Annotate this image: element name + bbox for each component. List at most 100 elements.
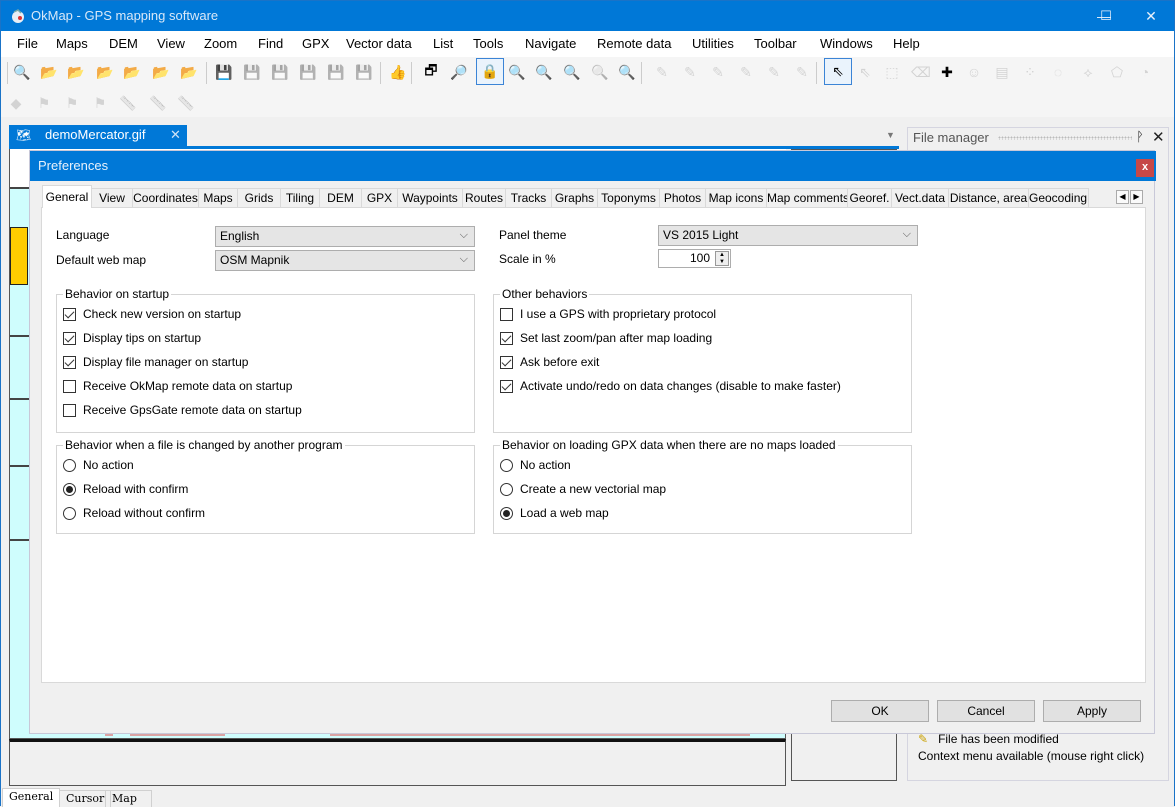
- lock-icon[interactable]: 🔒: [476, 58, 504, 85]
- pin-icon[interactable]: ᚹ: [1136, 129, 1144, 144]
- select-pointer-icon[interactable]: ⇖: [824, 58, 852, 85]
- radio-option[interactable]: Reload without confirm: [63, 505, 205, 521]
- menu-utilities[interactable]: Utilities: [692, 36, 734, 51]
- tab-coordinates[interactable]: Coordinates: [133, 188, 199, 208]
- tab-tiling[interactable]: Tiling: [281, 188, 320, 208]
- add-icon-icon[interactable]: ☺: [963, 61, 985, 83]
- tab-gpx[interactable]: GPX: [362, 188, 398, 208]
- tab-toponyms[interactable]: Toponyms: [598, 188, 660, 208]
- zoom-icon[interactable]: 🔎: [448, 61, 470, 83]
- eraser-icon[interactable]: ⌫: [910, 61, 932, 83]
- add-track-icon[interactable]: ◌: [1047, 61, 1069, 83]
- close-document-tab-icon[interactable]: ✕: [170, 127, 181, 143]
- language-select[interactable]: English ⌵: [215, 226, 475, 247]
- checkbox-option[interactable]: Check new version on startup: [63, 306, 241, 322]
- ruler-icon[interactable]: 📏: [117, 92, 139, 114]
- edit-route-icon[interactable]: ✎: [735, 61, 757, 83]
- zoom-out-icon[interactable]: 🔍: [533, 61, 555, 83]
- menu-vector-data[interactable]: Vector data: [346, 36, 412, 51]
- maximize-button[interactable]: ☐: [1083, 1, 1129, 31]
- checkbox-checked[interactable]: [63, 331, 76, 345]
- tab-photos[interactable]: Photos: [660, 188, 706, 208]
- zoom-1-1-icon[interactable]: 🔍: [616, 61, 638, 83]
- tab-dem[interactable]: DEM: [320, 188, 362, 208]
- checkbox-checked[interactable]: [500, 355, 513, 369]
- checkbox-checked[interactable]: [63, 307, 76, 321]
- tab-maps[interactable]: Maps: [199, 188, 238, 208]
- add-route-icon[interactable]: ⟡: [1077, 61, 1099, 83]
- save-waypoint-icon[interactable]: 💾: [325, 61, 347, 83]
- radio-selected[interactable]: [500, 506, 513, 520]
- tab-routes[interactable]: Routes: [463, 188, 506, 208]
- area-icon[interactable]: 📏: [147, 92, 169, 114]
- tab-vect-data[interactable]: Vect.data: [892, 188, 949, 208]
- cancel-button[interactable]: Cancel: [937, 700, 1035, 722]
- scale-spinner[interactable]: 100 ▲ ▼: [658, 249, 731, 268]
- checkbox-unchecked[interactable]: [63, 403, 76, 417]
- checkbox-checked[interactable]: [500, 331, 513, 345]
- add-points-icon[interactable]: ⁘: [1019, 61, 1041, 83]
- tab-grids[interactable]: Grids: [238, 188, 281, 208]
- tab-waypoints[interactable]: Waypoints: [398, 188, 463, 208]
- edit-waypoint-icon[interactable]: ✎: [679, 61, 701, 83]
- document-tab[interactable]: 🗺 demoMercator.gif ✕: [9, 125, 187, 146]
- checkbox-option[interactable]: Activate undo/redo on data changes (disa…: [500, 378, 841, 394]
- menu-zoom[interactable]: Zoom: [204, 36, 237, 51]
- checkbox-option[interactable]: Receive OkMap remote data on startup: [63, 378, 292, 394]
- zoom-scale-icon[interactable]: 🔍: [589, 61, 611, 83]
- zoom-fit-icon[interactable]: 🔍: [561, 61, 583, 83]
- select-add-icon[interactable]: ⇖: [854, 61, 876, 83]
- bottom-tab-cursor[interactable]: Cursor: [59, 790, 112, 807]
- edit-polygon-icon[interactable]: ✎: [791, 61, 813, 83]
- tab-map-comments[interactable]: Map comments: [767, 188, 848, 208]
- checkbox-option[interactable]: Ask before exit: [500, 354, 599, 370]
- bottom-tab-map[interactable]: Map: [105, 790, 152, 807]
- menu-toolbar[interactable]: Toolbar: [754, 36, 797, 51]
- radio-option[interactable]: No action: [63, 457, 134, 473]
- tab-geocoding[interactable]: Geocoding &: [1029, 188, 1089, 208]
- menu-maps[interactable]: Maps: [56, 36, 88, 51]
- save-web-icon[interactable]: 💾: [241, 61, 263, 83]
- menu-dem[interactable]: DEM: [109, 36, 138, 51]
- close-dialog-button[interactable]: x: [1136, 159, 1154, 177]
- save-dem-icon[interactable]: 💾: [353, 61, 375, 83]
- menu-file[interactable]: File: [17, 36, 38, 51]
- document-list-dropdown-icon[interactable]: ▼: [886, 130, 895, 140]
- tab-scroll-left-icon[interactable]: ◀: [1116, 190, 1129, 204]
- menu-find[interactable]: Find: [258, 36, 283, 51]
- open-dem-icon[interactable]: 📂: [65, 61, 87, 83]
- menu-remote-data[interactable]: Remote data: [597, 36, 671, 51]
- checkbox-unchecked[interactable]: [63, 379, 76, 393]
- open-gpx-icon[interactable]: 📂: [121, 61, 143, 83]
- edit-list-icon[interactable]: ✎: [651, 61, 673, 83]
- panel-drag-handle[interactable]: [998, 136, 1132, 140]
- tab-map-icons[interactable]: Map icons: [706, 188, 767, 208]
- add-sector-icon[interactable]: ◔: [1134, 61, 1156, 83]
- checkbox-checked[interactable]: [500, 379, 513, 393]
- menu-gpx[interactable]: GPX: [302, 36, 329, 51]
- save-track-icon[interactable]: 💾: [297, 61, 319, 83]
- panel-theme-select[interactable]: VS 2015 Light ⌵: [658, 225, 918, 246]
- checkbox-unchecked[interactable]: [500, 307, 513, 321]
- add-polygon-icon[interactable]: ⬠: [1106, 61, 1128, 83]
- tab-general[interactable]: General: [42, 185, 92, 208]
- radio-option[interactable]: Create a new vectorial map: [500, 481, 666, 497]
- menu-navigate[interactable]: Navigate: [525, 36, 576, 51]
- open-waypoints-icon[interactable]: 📂: [150, 61, 172, 83]
- waypoint-icon[interactable]: ◆: [5, 92, 27, 114]
- checkbox-option[interactable]: Display tips on startup: [63, 330, 201, 346]
- add-point-icon[interactable]: ✚: [936, 61, 958, 83]
- list-approve-icon[interactable]: 👍: [387, 61, 409, 83]
- open-web-map-icon[interactable]: 📂: [94, 61, 116, 83]
- tab-view[interactable]: View: [92, 188, 133, 208]
- map-windows-icon[interactable]: 🗗: [420, 61, 442, 83]
- close-window-button[interactable]: ✕: [1128, 1, 1174, 31]
- radio-option[interactable]: Reload with confirm: [63, 481, 188, 497]
- save-map-icon[interactable]: 💾: [213, 61, 235, 83]
- ruler-clear-icon[interactable]: 📏: [175, 92, 197, 114]
- find-map-icon[interactable]: 🔍: [11, 61, 33, 83]
- radio-unselected[interactable]: [500, 482, 513, 496]
- menu-tools[interactable]: Tools: [473, 36, 503, 51]
- spinner-arrows-icon[interactable]: ▲ ▼: [715, 251, 729, 266]
- edit-track-icon[interactable]: ✎: [763, 61, 785, 83]
